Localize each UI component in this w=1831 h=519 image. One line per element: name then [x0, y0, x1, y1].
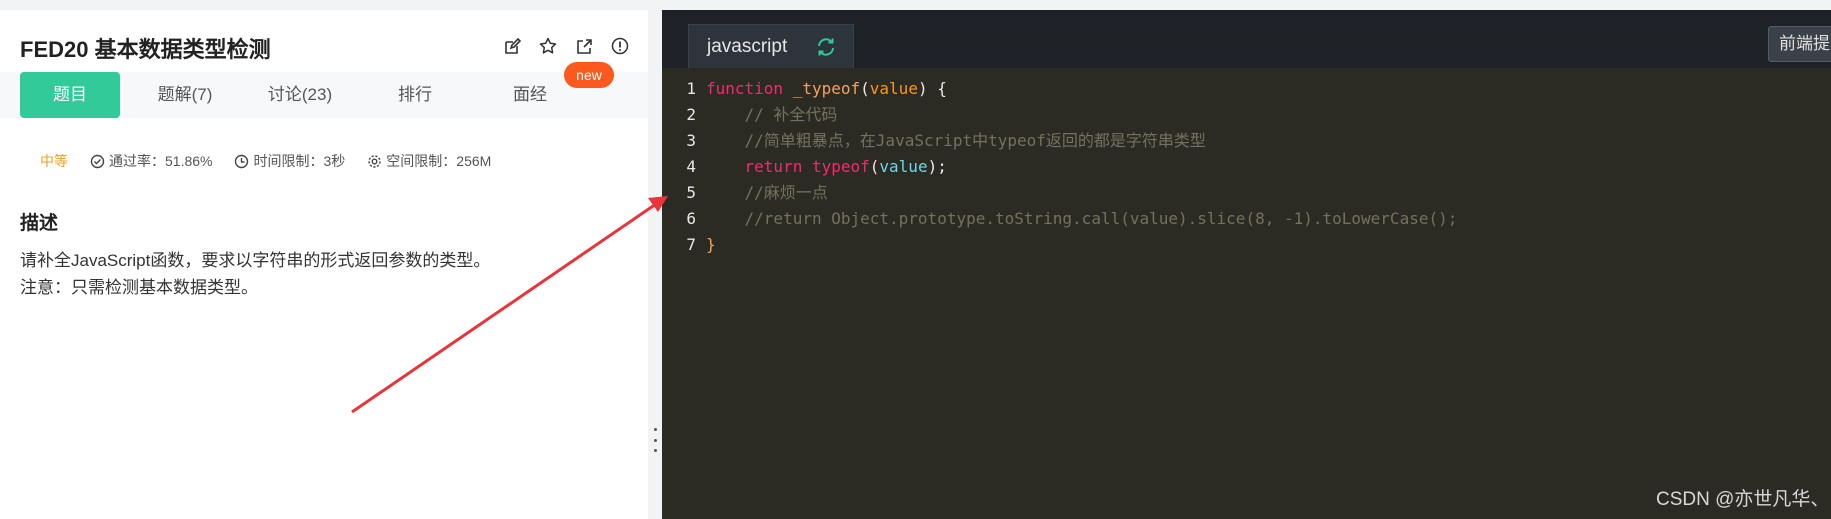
- editor-header: javascript 前端提: [662, 10, 1831, 68]
- code-token: ) {: [917, 79, 947, 98]
- problem-panel: FED20 基本数据类型检测 题目 题解(7) 讨论(23) 排行 面经 new…: [0, 10, 648, 519]
- watermark: CSDN @亦世凡华、: [1656, 489, 1830, 510]
- problem-tabs: 题目 题解(7) 讨论(23) 排行 面经: [0, 72, 648, 118]
- language-select[interactable]: javascript: [688, 24, 854, 68]
- code-line: 7}: [662, 232, 1831, 258]
- description-line: 请补全JavaScript函数，要求以字符串的形式返回参数的类型。: [20, 251, 491, 270]
- report-icon[interactable]: [610, 36, 630, 56]
- code-line: 3 //简单粗暴点，在JavaScript中typeof返回的都是字符串类型: [662, 128, 1831, 154]
- language-label: javascript: [707, 35, 788, 57]
- star-icon[interactable]: [538, 36, 558, 56]
- new-badge: new: [564, 62, 614, 88]
- page-root: FED20 基本数据类型检测 题目 题解(7) 讨论(23) 排行 面经 new…: [0, 0, 1831, 519]
- tab-discussion[interactable]: 讨论(23): [250, 72, 350, 118]
- space-limit: 空间限制：256M: [367, 151, 491, 171]
- code-token: (: [860, 79, 870, 98]
- line-number: 5: [686, 183, 696, 202]
- tab-ranking[interactable]: 排行: [365, 72, 465, 118]
- code-comment: //简单粗暴点，在JavaScript中typeof返回的都是字符串类型: [744, 131, 1206, 150]
- code-line: 4 return typeof(value);: [662, 154, 1831, 180]
- line-number: 1: [686, 79, 696, 98]
- code-token: function: [706, 79, 784, 98]
- code-line: 5 //麻烦一点: [662, 180, 1831, 206]
- space-limit-text: 空间限制：256M: [386, 153, 492, 169]
- line-number: 7: [686, 235, 696, 254]
- code-comment: //return Object.prototype.toString.call(…: [744, 209, 1458, 228]
- code-token: typeof: [811, 157, 870, 176]
- code-line: 1 function _typeof(value) {: [662, 76, 1831, 102]
- frontend-button[interactable]: 前端提: [1768, 26, 1831, 62]
- time-limit-text: 时间限制：3秒: [253, 153, 346, 169]
- problem-meta: 中等 通过率：51.86% 时间限制：3秒 空间限制：256M: [40, 150, 491, 172]
- problem-title: FED20 基本数据类型检测: [20, 37, 271, 62]
- line-number: 6: [686, 209, 696, 228]
- refresh-icon[interactable]: [815, 37, 837, 63]
- code-token: return: [744, 157, 803, 176]
- tab-solutions[interactable]: 题解(7): [135, 72, 235, 118]
- code-line: 2 // 补全代码: [662, 102, 1831, 128]
- code-token: value: [879, 157, 928, 176]
- code-line: 6 //return Object.prototype.toString.cal…: [662, 206, 1831, 232]
- description-body: 请补全JavaScript函数，要求以字符串的形式返回参数的类型。 注意：只需检…: [20, 247, 490, 301]
- difficulty-label: 中等: [40, 153, 68, 169]
- code-token: value: [869, 79, 918, 98]
- share-icon[interactable]: [574, 36, 594, 56]
- code-token: _typeof: [792, 79, 861, 98]
- check-circle-icon: [90, 154, 105, 168]
- code-editor[interactable]: javascript 前端提 1 function _typeof(value) …: [662, 10, 1831, 519]
- code-token: );: [927, 157, 947, 176]
- gear-icon: [368, 154, 381, 168]
- line-number: 2: [686, 105, 696, 124]
- title-row: FED20 基本数据类型检测: [20, 30, 630, 66]
- code-area[interactable]: 1 function _typeof(value) { 2 // 补全代码 3 /…: [662, 76, 1831, 258]
- time-limit: 时间限制：3秒: [234, 151, 345, 171]
- resize-handle[interactable]: [652, 428, 658, 452]
- description-line: 注意：只需检测基本数据类型。: [20, 278, 258, 297]
- code-comment: // 补全代码: [744, 105, 838, 124]
- description-heading: 描述: [20, 213, 59, 234]
- code-comment: //麻烦一点: [744, 183, 828, 202]
- clock-icon: [235, 154, 249, 168]
- code-token: (: [869, 157, 880, 176]
- code-token: }: [706, 235, 716, 254]
- pass-rate: 通过率：51.86%: [90, 151, 212, 171]
- edit-icon[interactable]: [502, 36, 522, 56]
- line-number: 4: [686, 157, 696, 176]
- line-number: 3: [686, 131, 696, 150]
- pass-rate-text: 通过率：51.86%: [109, 153, 213, 169]
- title-actions: [502, 36, 630, 56]
- tab-problem[interactable]: 题目: [20, 72, 120, 118]
